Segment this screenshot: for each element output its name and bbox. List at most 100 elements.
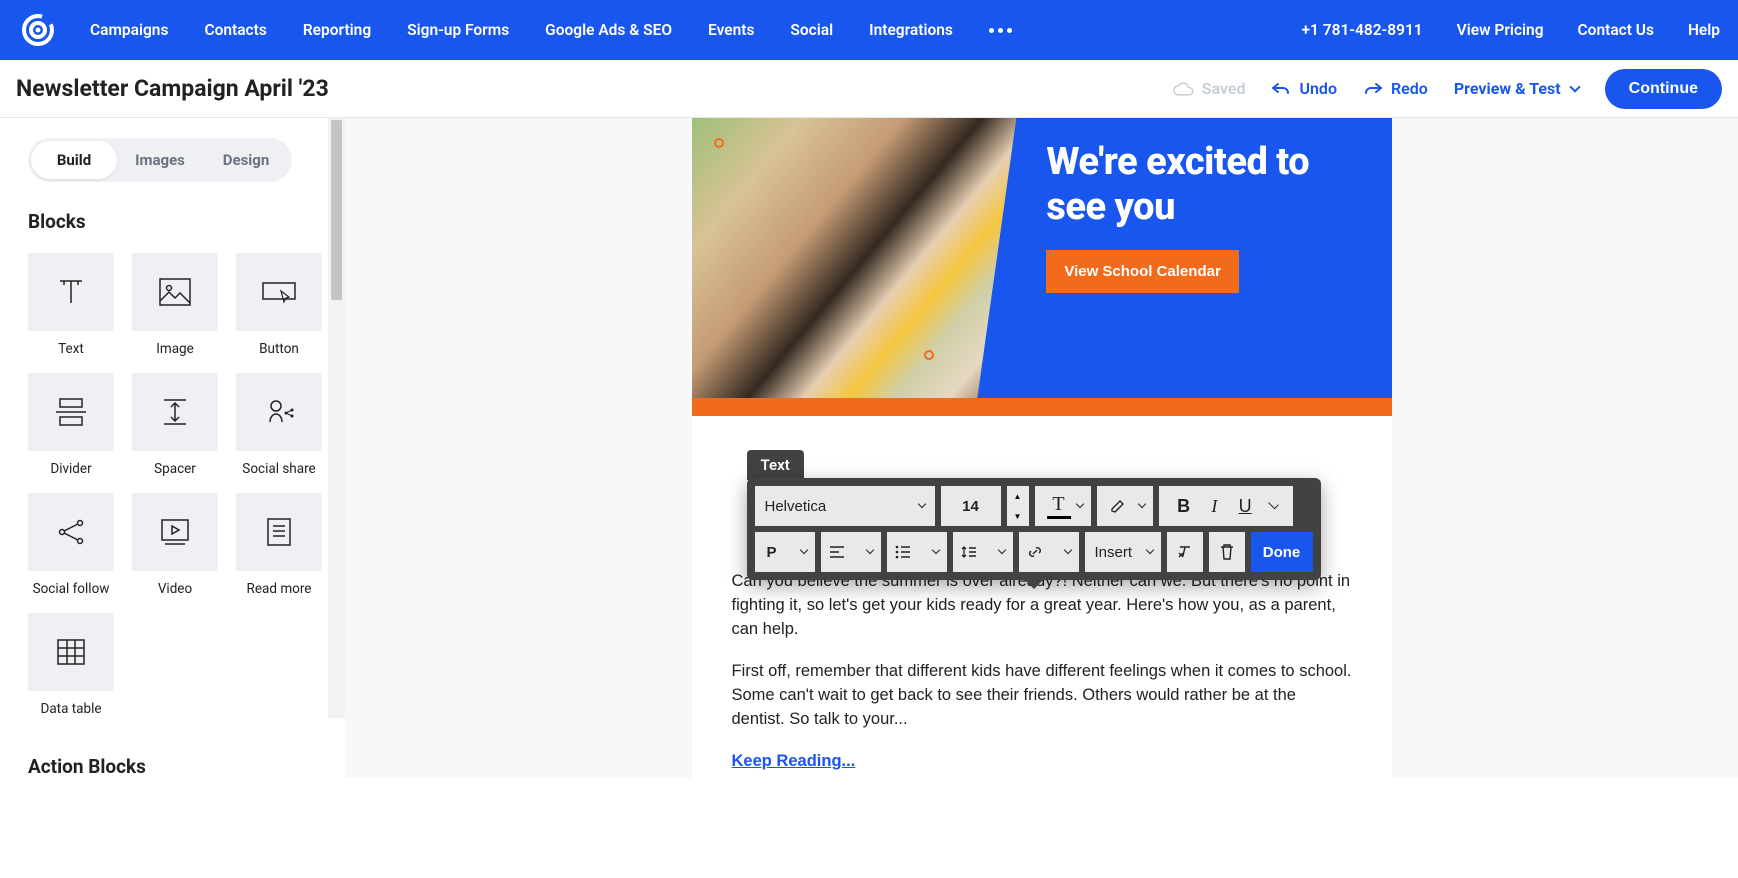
chevron-down-icon: [1145, 546, 1153, 554]
block-video[interactable]: Video: [132, 493, 218, 597]
decor-circle-icon: [714, 138, 724, 148]
read-more-icon: [265, 516, 293, 548]
tab-images[interactable]: Images: [117, 141, 203, 179]
block-image[interactable]: Image: [132, 253, 218, 357]
line-height-button[interactable]: [953, 532, 1013, 572]
hero-section: We're excited to see you View School Cal…: [692, 118, 1392, 398]
block-data-table[interactable]: Data table: [28, 613, 114, 717]
preview-test-button[interactable]: Preview & Test: [1454, 79, 1579, 98]
block-divider[interactable]: Divider: [28, 373, 114, 477]
block-social-follow[interactable]: Social follow: [28, 493, 114, 597]
blocks-grid: Text Image Button Divider Spacer Social …: [28, 253, 317, 717]
text-block-label: Text: [747, 450, 804, 480]
list-button[interactable]: [887, 532, 947, 572]
block-button-label: Button: [259, 341, 299, 357]
nav-campaigns[interactable]: Campaigns: [90, 21, 168, 39]
block-social-share[interactable]: Social share: [236, 373, 322, 477]
bold-button[interactable]: B: [1173, 496, 1194, 517]
nav-integrations[interactable]: Integrations: [869, 21, 953, 39]
sidebar-scrollbar[interactable]: [328, 118, 345, 718]
sidebar-tabs: Build Images Design: [28, 138, 292, 182]
chevron-down-icon: [997, 546, 1005, 554]
italic-button[interactable]: I: [1207, 496, 1221, 517]
clear-formatting-button[interactable]: [1167, 532, 1203, 572]
social-share-icon: [263, 396, 295, 428]
nav-google-ads[interactable]: Google Ads & SEO: [545, 21, 672, 39]
data-table-icon: [55, 637, 87, 667]
block-divider-label: Divider: [50, 461, 91, 477]
chevron-down-icon: [1569, 81, 1580, 92]
clear-format-icon: [1176, 544, 1194, 560]
undo-icon: [1271, 82, 1291, 96]
font-color-icon: T: [1047, 493, 1071, 519]
video-icon: [159, 517, 191, 547]
link-button[interactable]: [1019, 532, 1079, 572]
decor-circle-icon: [924, 350, 934, 360]
tab-build[interactable]: Build: [31, 141, 117, 179]
bullet-list-icon: [895, 545, 911, 559]
underline-button[interactable]: U: [1235, 496, 1256, 517]
nav-links: Campaigns Contacts Reporting Sign-up For…: [90, 21, 1012, 39]
block-text[interactable]: Text: [28, 253, 114, 357]
button-icon: [261, 279, 297, 305]
blocks-section-title: Blocks: [28, 210, 317, 233]
divider-icon: [54, 397, 88, 427]
sidebar: Build Images Design Blocks Text Image Bu…: [0, 118, 345, 778]
nav-phone[interactable]: +1 781-482-8911: [1302, 21, 1423, 39]
done-button[interactable]: Done: [1251, 532, 1313, 572]
font-size-up[interactable]: ▲: [1007, 486, 1029, 506]
chevron-down-icon: [917, 500, 925, 508]
redo-button[interactable]: Redo: [1363, 79, 1428, 98]
block-video-label: Video: [158, 581, 192, 597]
insert-button[interactable]: Insert: [1085, 532, 1161, 572]
align-button[interactable]: [821, 532, 881, 572]
chevron-down-icon[interactable]: [1268, 499, 1279, 510]
keep-reading-link[interactable]: Keep Reading...: [732, 750, 856, 774]
font-size-input[interactable]: 14: [941, 486, 1001, 526]
align-left-icon: [829, 545, 845, 559]
nav-right: +1 781-482-8911 View Pricing Contact Us …: [1302, 21, 1720, 39]
delete-button[interactable]: [1209, 532, 1245, 572]
block-button[interactable]: Button: [236, 253, 322, 357]
nav-more-icon[interactable]: [989, 28, 1012, 33]
highlight-color-button[interactable]: [1097, 486, 1153, 526]
brand-logo[interactable]: [18, 10, 58, 50]
nav-contacts[interactable]: Contacts: [204, 21, 266, 39]
tab-design[interactable]: Design: [203, 141, 289, 179]
nav-help[interactable]: Help: [1688, 21, 1720, 39]
highlighter-icon: [1109, 497, 1127, 515]
chevron-down-icon: [1137, 500, 1145, 508]
text-style-group: B I U: [1159, 486, 1293, 526]
undo-button[interactable]: Undo: [1271, 79, 1337, 98]
block-social-share-label: Social share: [242, 461, 315, 477]
nav-social[interactable]: Social: [790, 21, 833, 39]
nav-contact[interactable]: Contact Us: [1578, 21, 1654, 39]
toolbar-pointer-icon: [1024, 579, 1044, 589]
hero-orange-bar: [692, 398, 1392, 416]
trash-icon: [1219, 543, 1235, 561]
top-navbar: Campaigns Contacts Reporting Sign-up For…: [0, 0, 1738, 60]
block-spacer-label: Spacer: [154, 461, 196, 477]
font-family-select[interactable]: Helvetica: [755, 486, 935, 526]
campaign-title: Newsletter Campaign April '23: [16, 75, 329, 102]
text-toolbar: Helvetica 14 ▲ ▼ T B I U: [747, 478, 1321, 580]
continue-button[interactable]: Continue: [1605, 69, 1722, 109]
block-read-more[interactable]: Read more: [236, 493, 322, 597]
font-size-stepper[interactable]: ▲ ▼: [1007, 486, 1029, 526]
chevron-down-icon: [1075, 500, 1083, 508]
paragraph-style-button[interactable]: P: [755, 532, 815, 572]
block-spacer[interactable]: Spacer: [132, 373, 218, 477]
nav-pricing[interactable]: View Pricing: [1457, 21, 1544, 39]
font-size-down[interactable]: ▼: [1007, 506, 1029, 526]
hero-cta-button[interactable]: View School Calendar: [1046, 250, 1238, 293]
nav-signup-forms[interactable]: Sign-up Forms: [407, 21, 509, 39]
hero-image: [692, 118, 1017, 398]
nav-events[interactable]: Events: [708, 21, 754, 39]
line-height-icon: [961, 544, 977, 560]
chevron-down-icon: [799, 546, 807, 554]
spacer-icon: [160, 396, 190, 428]
chevron-down-icon: [931, 546, 939, 554]
nav-reporting[interactable]: Reporting: [303, 21, 371, 39]
font-color-button[interactable]: T: [1035, 486, 1091, 526]
body-paragraph: First off, remember that different kids …: [732, 660, 1352, 732]
